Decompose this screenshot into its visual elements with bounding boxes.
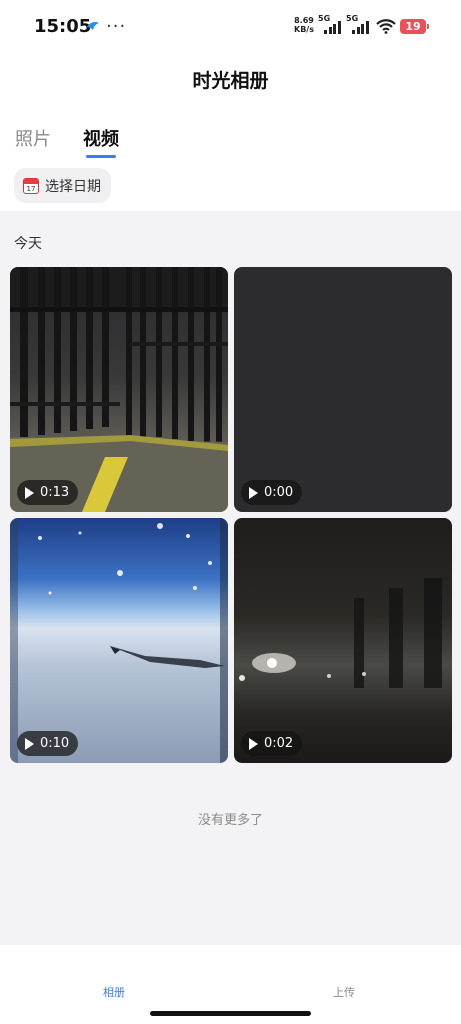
tab-videos[interactable]: 视频 xyxy=(83,125,119,151)
video-duration: 0:10 xyxy=(40,736,70,751)
video-thumbnail[interactable]: 0:02 xyxy=(234,518,452,763)
video-duration-badge: 0:02 xyxy=(241,731,303,756)
tab-photos[interactable]: 照片 xyxy=(15,125,51,151)
play-icon xyxy=(249,486,258,499)
video-list: 今天 0:13 0:00 0:10 0:02 没有更多了 xyxy=(0,211,461,945)
bottom-navigation: 相册 上传 xyxy=(0,945,461,1024)
page-title: 时光相册 xyxy=(192,70,269,92)
video-thumbnail-image xyxy=(10,518,228,763)
battery-icon: 19 xyxy=(400,19,429,34)
wifi-icon xyxy=(376,19,396,34)
play-icon xyxy=(249,737,258,750)
calendar-icon-day: 17 xyxy=(26,184,36,193)
signal-icon-2 xyxy=(352,20,369,34)
status-bar: 15:05 ··· 8.69 KB/s 5G 5G 19 xyxy=(0,0,461,56)
select-date-button[interactable]: 17 选择日期 xyxy=(14,168,111,203)
home-indicator[interactable] xyxy=(150,1011,311,1016)
network-speed: 8.69 KB/s xyxy=(294,16,314,34)
play-icon xyxy=(25,737,34,750)
video-thumbnail-image xyxy=(239,578,442,688)
speed-value: 8.69 xyxy=(294,16,314,25)
nav-item-upload[interactable]: 上传 xyxy=(333,984,355,1000)
video-duration-badge: 0:10 xyxy=(17,731,79,756)
section-date-label: 今天 xyxy=(14,236,42,252)
select-date-label: 选择日期 xyxy=(45,178,101,195)
video-thumbnail[interactable]: 0:13 xyxy=(10,267,228,512)
app-notification-icon xyxy=(87,22,99,30)
video-duration-badge: 0:00 xyxy=(241,480,303,505)
video-duration: 0:13 xyxy=(40,485,70,500)
video-thumbnail-image xyxy=(10,267,228,512)
video-duration-badge: 0:13 xyxy=(17,480,79,505)
play-icon xyxy=(25,486,34,499)
signal-icon-1 xyxy=(324,20,341,34)
nav-item-album[interactable]: 相册 xyxy=(103,984,125,1000)
end-of-list-text: 没有更多了 xyxy=(197,813,263,828)
status-time: 15:05 xyxy=(34,16,92,37)
more-notifications-icon: ··· xyxy=(106,16,127,37)
video-duration: 0:00 xyxy=(264,485,294,500)
video-thumbnail[interactable]: 0:10 xyxy=(10,518,228,763)
video-thumbnail[interactable]: 0:00 xyxy=(234,267,452,512)
speed-unit: KB/s xyxy=(294,25,314,34)
tab-active-indicator xyxy=(86,155,116,158)
calendar-icon: 17 xyxy=(23,177,39,194)
video-duration: 0:02 xyxy=(264,736,294,751)
